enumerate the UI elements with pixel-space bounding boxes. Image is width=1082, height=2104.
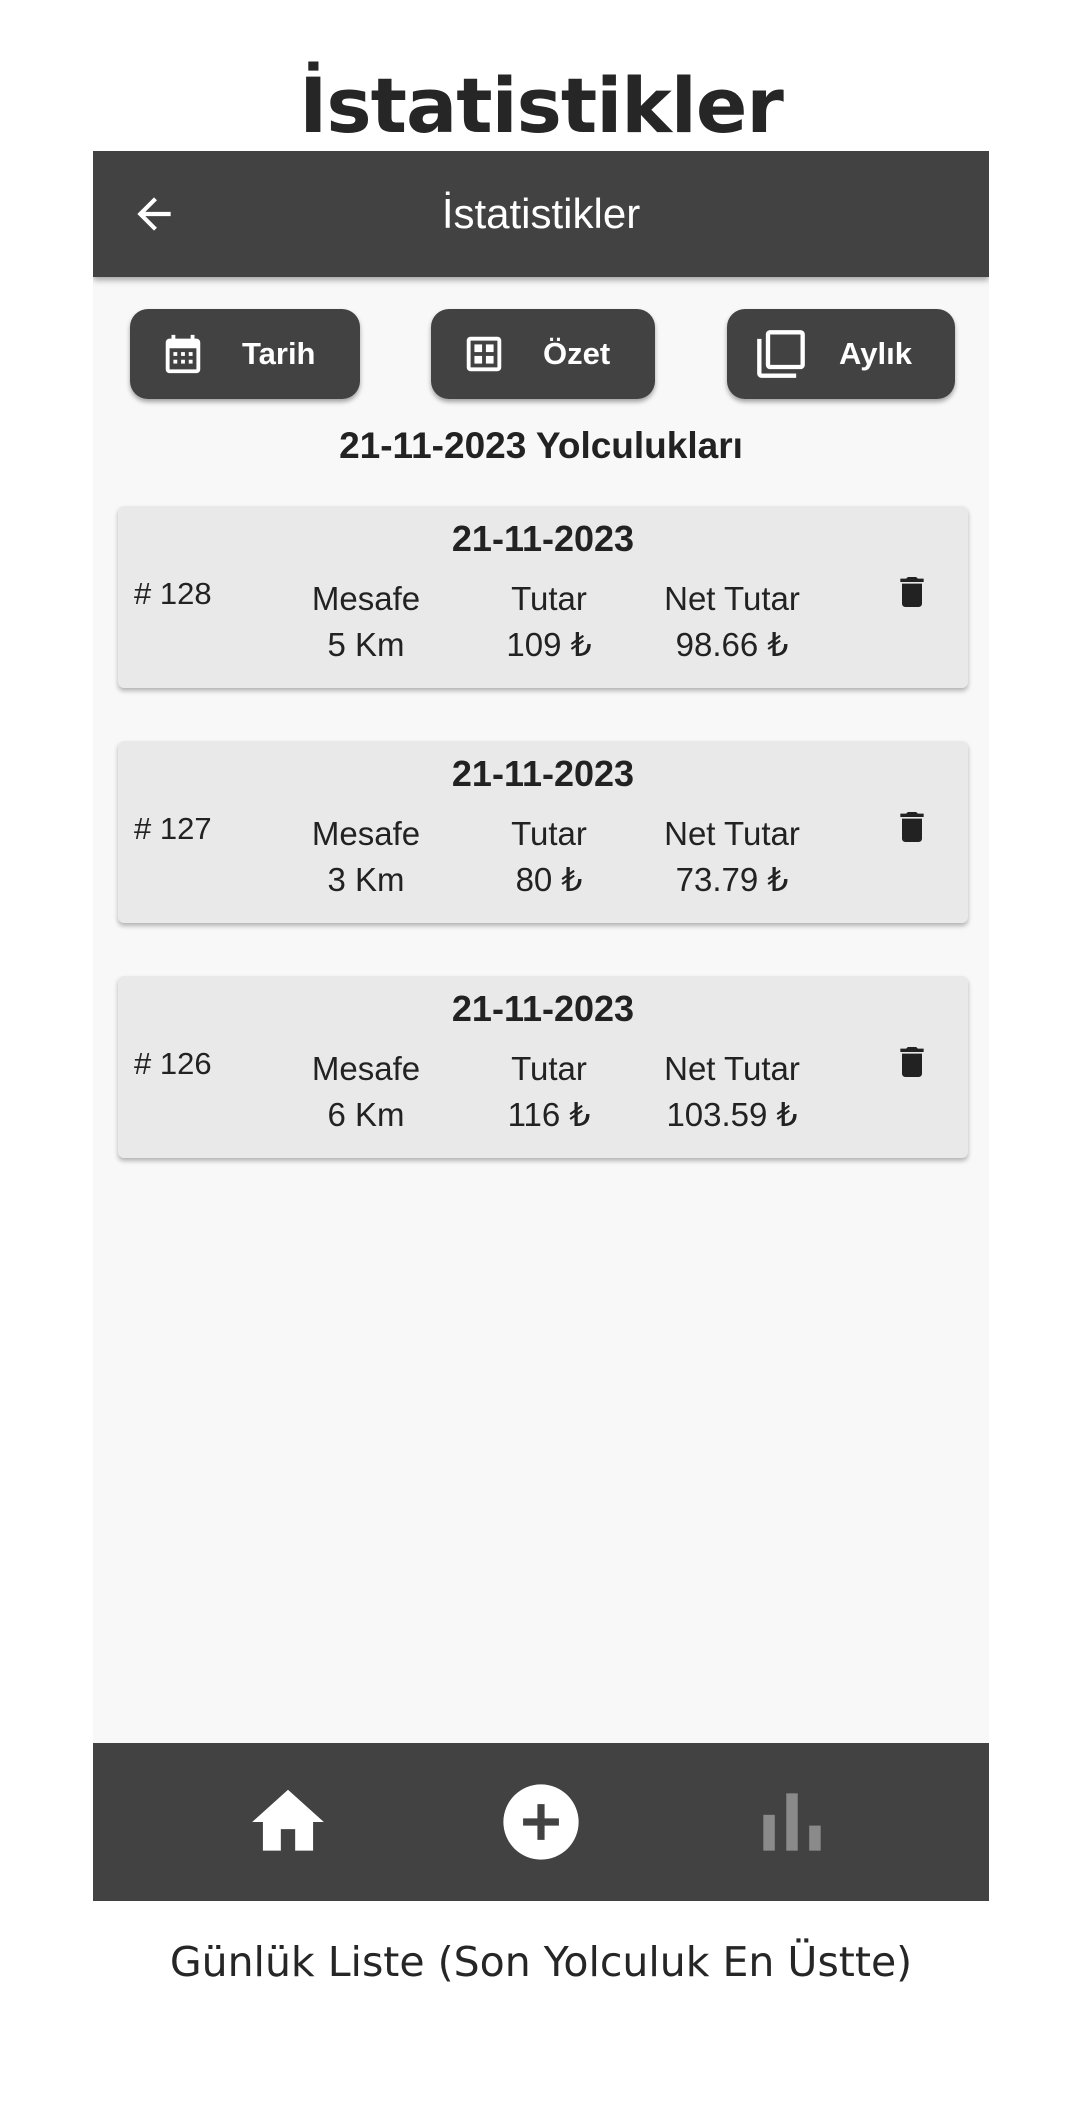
net-amount-column: Net Tutar 98.66 ₺ [632, 576, 832, 668]
amount-column: Tutar 109 ₺ [449, 576, 649, 668]
amount-label: Tutar [511, 1050, 587, 1087]
distance-column: Mesafe 3 Km [266, 811, 466, 903]
trash-icon[interactable] [892, 1038, 932, 1086]
trip-date: 21-11-2023 [451, 988, 635, 1029]
amount-value: 116 ₺ [507, 1096, 591, 1133]
trash-icon[interactable] [892, 803, 932, 851]
section-title: 21-11-2023 Yolculukları [339, 425, 743, 466]
date-button[interactable]: Tarih [130, 309, 360, 399]
amount-column: Tutar 116 ₺ [449, 1046, 649, 1138]
amount-value: 80 ₺ [515, 861, 583, 898]
date-button-label: Tarih [242, 336, 316, 371]
trip-id: # 128 [134, 576, 212, 611]
app-screen: İstatistikler Tarih Özet Aylık 21-11-202… [93, 151, 989, 1901]
trip-card[interactable]: 21-11-2023 # 126 Mesafe 6 Km Tutar 116 ₺… [118, 976, 968, 1158]
trip-date: 21-11-2023 [451, 518, 635, 559]
distance-label: Mesafe [311, 580, 421, 617]
copy-icon [757, 330, 805, 378]
trip-id: # 127 [134, 811, 212, 846]
app-bar: İstatistikler [93, 151, 989, 277]
monthly-button-label: Aylık [839, 336, 912, 371]
amount-label: Tutar [511, 580, 587, 617]
summary-button[interactable]: Özet [431, 309, 655, 399]
calendar-icon [165, 334, 201, 374]
appbar-title: İstatistikler [441, 190, 641, 237]
trip-card[interactable]: 21-11-2023 # 127 Mesafe 3 Km Tutar 80 ₺ … [118, 741, 968, 923]
net-amount-column: Net Tutar 73.79 ₺ [632, 811, 832, 903]
distance-column: Mesafe 6 Km [266, 1046, 466, 1138]
trip-id: # 126 [134, 1046, 212, 1081]
trip-date: 21-11-2023 [451, 753, 635, 794]
distance-value: 3 Km [327, 861, 405, 898]
page-title: İstatistikler [299, 61, 784, 150]
caption: Günlük Liste (Son Yolculuk En Üstte) [169, 1938, 913, 1986]
net-amount-label: Net Tutar [664, 1050, 800, 1087]
distance-value: 6 Km [327, 1096, 405, 1133]
distance-column: Mesafe 5 Km [266, 576, 466, 668]
amount-value: 109 ₺ [506, 626, 592, 663]
add-circle-icon [503, 1784, 579, 1860]
amount-label: Tutar [511, 815, 587, 852]
nav-stats[interactable] [749, 1779, 835, 1865]
net-amount-value: 73.79 ₺ [675, 861, 789, 898]
summary-button-label: Özet [543, 336, 611, 371]
bar-chart-icon [763, 1793, 821, 1851]
distance-label: Mesafe [311, 1050, 421, 1087]
nav-home[interactable] [245, 1779, 331, 1865]
amount-column: Tutar 80 ₺ [449, 811, 649, 903]
distance-value: 5 Km [327, 626, 405, 663]
grid-icon [466, 336, 502, 372]
net-amount-value: 98.66 ₺ [675, 626, 789, 663]
bottom-navigation [93, 1743, 989, 1901]
net-amount-label: Net Tutar [664, 815, 800, 852]
nav-add[interactable] [498, 1779, 584, 1865]
home-icon [252, 1789, 324, 1851]
net-amount-column: Net Tutar 103.59 ₺ [632, 1046, 832, 1138]
net-amount-label: Net Tutar [664, 580, 800, 617]
trip-card[interactable]: 21-11-2023 # 128 Mesafe 5 Km Tutar 109 ₺… [118, 506, 968, 688]
monthly-button[interactable]: Aylık [727, 309, 955, 399]
net-amount-value: 103.59 ₺ [666, 1096, 798, 1133]
trash-icon[interactable] [892, 568, 932, 616]
distance-label: Mesafe [311, 815, 421, 852]
